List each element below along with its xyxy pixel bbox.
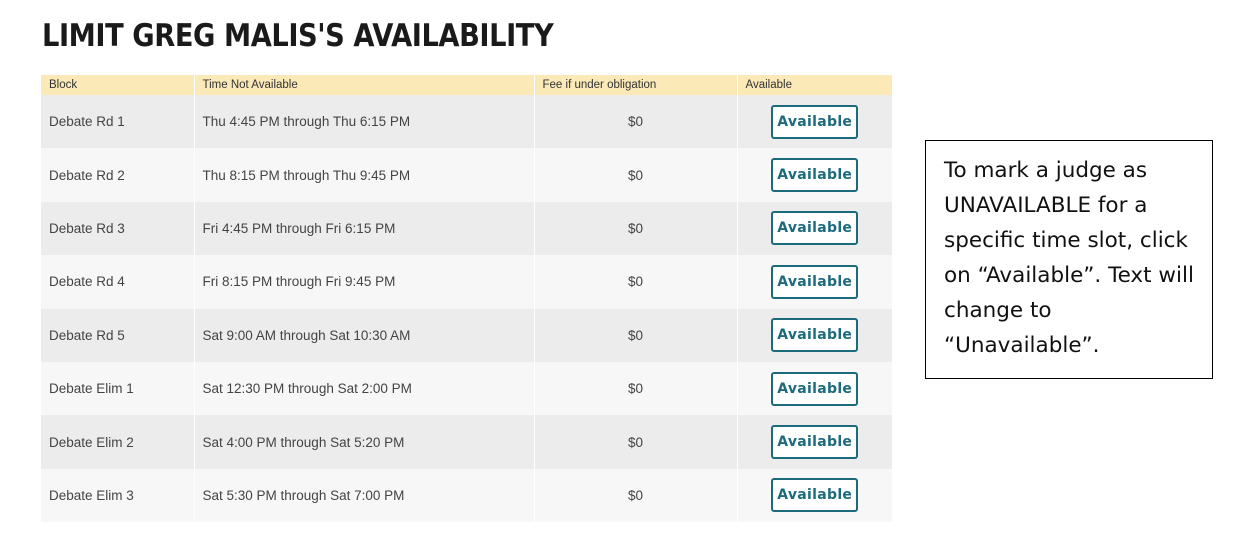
column-header-available[interactable]: Available (737, 75, 892, 95)
fee-cell: $0 (534, 95, 738, 149)
availability-cell: Available (737, 148, 892, 202)
block-cell: Debate Rd 1 (41, 95, 195, 149)
table-row: Debate Rd 1 Thu 4:45 PM through Thu 6:15… (41, 95, 892, 149)
block-cell: Debate Elim 3 (41, 468, 195, 523)
fee-cell: $0 (534, 201, 738, 256)
fee-cell: $0 (534, 148, 738, 202)
available-toggle-button[interactable]: Available (771, 478, 859, 513)
time-cell: Fri 8:15 PM through Fri 9:45 PM (194, 255, 535, 309)
table-row: Debate Rd 3 Fri 4:45 PM through Fri 6:15… (41, 201, 892, 256)
block-cell: Debate Rd 5 (41, 308, 195, 362)
instruction-callout: To mark a judge as UNAVAILABLE for a spe… (925, 140, 1213, 379)
block-cell: Debate Elim 2 (41, 415, 195, 469)
time-cell: Thu 4:45 PM through Thu 6:15 PM (194, 95, 535, 149)
page-title: LIMIT GREG MALIS'S AVAILABILITY (42, 18, 554, 54)
table-row: Debate Elim 1 Sat 12:30 PM through Sat 2… (41, 361, 892, 416)
available-toggle-button[interactable]: Available (771, 158, 859, 193)
table-row: Debate Elim 2 Sat 4:00 PM through Sat 5:… (41, 415, 892, 469)
column-header-fee[interactable]: Fee if under obligation (534, 75, 738, 95)
available-toggle-button[interactable]: Available (771, 264, 859, 299)
availability-cell: Available (737, 361, 892, 416)
instruction-text: To mark a judge as UNAVAILABLE for a spe… (944, 158, 1194, 358)
fee-cell: $0 (534, 308, 738, 362)
available-toggle-button[interactable]: Available (771, 104, 859, 139)
time-cell: Thu 8:15 PM through Thu 9:45 PM (194, 148, 535, 202)
time-cell: Sat 4:00 PM through Sat 5:20 PM (194, 415, 535, 469)
table-row: Debate Rd 5 Sat 9:00 AM through Sat 10:3… (41, 308, 892, 362)
availability-cell: Available (737, 201, 892, 256)
table-row: Debate Rd 4 Fri 8:15 PM through Fri 9:45… (41, 255, 892, 309)
available-toggle-button[interactable]: Available (771, 425, 859, 460)
availability-cell: Available (737, 415, 892, 469)
fee-cell: $0 (534, 255, 738, 309)
availability-table: Block Time Not Available Fee if under ob… (41, 75, 892, 523)
block-cell: Debate Rd 2 (41, 148, 195, 202)
fee-cell: $0 (534, 468, 738, 523)
available-toggle-button[interactable]: Available (771, 371, 859, 406)
fee-cell: $0 (534, 361, 738, 416)
available-toggle-button[interactable]: Available (771, 211, 859, 246)
availability-cell: Available (737, 255, 892, 309)
table-header-row: Block Time Not Available Fee if under ob… (41, 75, 892, 95)
time-cell: Sat 12:30 PM through Sat 2:00 PM (194, 361, 535, 416)
block-cell: Debate Elim 1 (41, 361, 195, 416)
table-row: Debate Rd 2 Thu 8:15 PM through Thu 9:45… (41, 148, 892, 202)
column-header-time[interactable]: Time Not Available (194, 75, 535, 95)
availability-cell: Available (737, 95, 892, 149)
block-cell: Debate Rd 3 (41, 201, 195, 256)
time-cell: Sat 9:00 AM through Sat 10:30 AM (194, 308, 535, 362)
block-cell: Debate Rd 4 (41, 255, 195, 309)
time-cell: Sat 5:30 PM through Sat 7:00 PM (194, 468, 535, 523)
table-row: Debate Elim 3 Sat 5:30 PM through Sat 7:… (41, 468, 892, 523)
time-cell: Fri 4:45 PM through Fri 6:15 PM (194, 201, 535, 256)
column-header-block[interactable]: Block (41, 75, 195, 95)
availability-cell: Available (737, 308, 892, 362)
available-toggle-button[interactable]: Available (771, 318, 859, 353)
availability-cell: Available (737, 468, 892, 523)
fee-cell: $0 (534, 415, 738, 469)
